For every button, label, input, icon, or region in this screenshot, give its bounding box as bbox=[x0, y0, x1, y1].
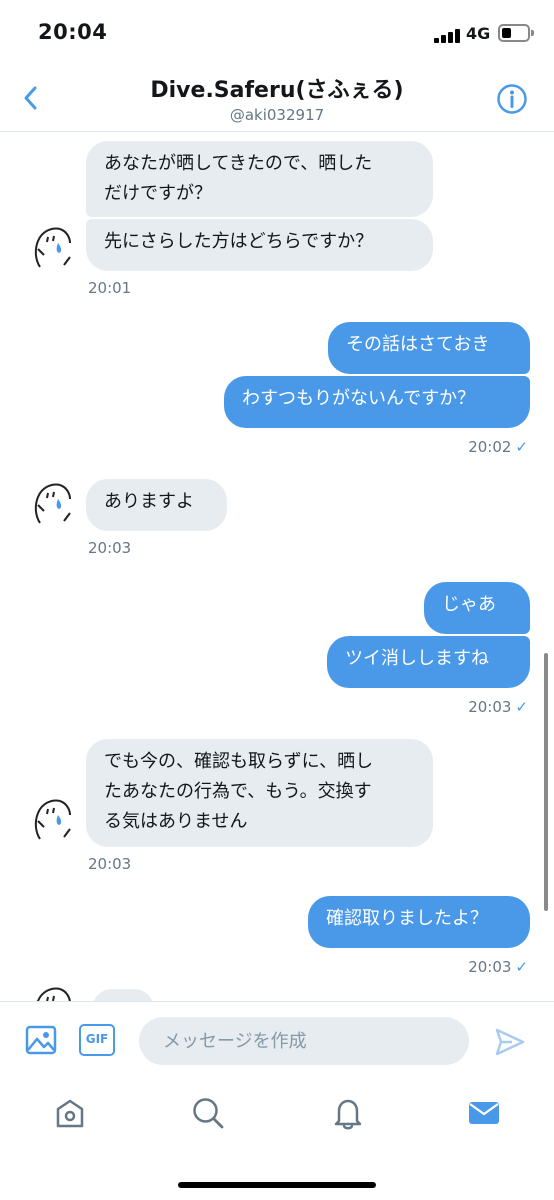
message-input[interactable] bbox=[139, 1017, 469, 1065]
incoming-message-bubble[interactable]: ありますよ bbox=[86, 479, 227, 531]
outgoing-message-bubble[interactable]: 確認取りましたよ？ bbox=[308, 896, 530, 948]
timestamp-text: 20:01 bbox=[88, 279, 132, 297]
signal-icon bbox=[434, 27, 464, 43]
incoming-message-bubble[interactable] bbox=[92, 989, 154, 1001]
info-icon[interactable] bbox=[496, 83, 528, 115]
message-text-line: る気はありません bbox=[104, 811, 248, 832]
message-text-line: でも今の、確認も取らずに、晒し bbox=[104, 751, 374, 772]
message-timestamp: 20:02 ✓ bbox=[468, 438, 528, 456]
timestamp-text: 20:03 bbox=[88, 539, 132, 557]
timestamp-text: 20:02 bbox=[468, 438, 512, 456]
read-check-icon: ✓ bbox=[515, 958, 528, 976]
conversation-title: Dive.Saferu(さふぇる) bbox=[150, 78, 404, 103]
timestamp-text: 20:03 bbox=[468, 958, 512, 976]
avatar[interactable] bbox=[30, 793, 74, 843]
status-bar: 20:04 4G bbox=[0, 0, 554, 66]
outgoing-message-bubble[interactable]: ツイ消ししますね bbox=[327, 636, 530, 688]
outgoing-message-bubble[interactable]: じゃあ bbox=[424, 582, 530, 634]
status-time: 20:04 bbox=[38, 20, 108, 44]
message-text-line: だけですが？ bbox=[104, 183, 212, 204]
message-text-line: ツイ消ししますね bbox=[345, 648, 489, 669]
message-text-line: その話はさておき bbox=[346, 334, 490, 355]
outgoing-message-bubble[interactable]: わすつもりがないんですか？ bbox=[224, 376, 530, 428]
chevron-left-icon[interactable] bbox=[18, 80, 44, 116]
message-text-line: じゃあ bbox=[442, 594, 496, 615]
message-timestamp: 20:03 ✓ bbox=[468, 698, 528, 716]
incoming-message-bubble[interactable]: あなたが晒してきたので、晒した だけですが？ bbox=[86, 141, 433, 217]
network-label: 4G bbox=[466, 24, 491, 43]
notifications-icon[interactable] bbox=[330, 1095, 366, 1131]
message-text-line: あなたが晒してきたので、晒した bbox=[104, 153, 373, 174]
outgoing-message-bubble[interactable]: その話はさておき bbox=[328, 322, 530, 374]
message-timestamp: 20:03 bbox=[88, 539, 131, 557]
message-text-line: たあなたの行為で、もう。交換す bbox=[104, 781, 372, 802]
conversation-title-block[interactable]: Dive.Saferu(さふぇる) @aki032917 bbox=[100, 72, 454, 124]
search-icon[interactable] bbox=[190, 1095, 226, 1131]
battery-icon bbox=[498, 24, 534, 42]
send-icon[interactable] bbox=[494, 1026, 526, 1058]
read-check-icon: ✓ bbox=[515, 698, 528, 716]
message-list[interactable]: あなたが晒してきたので、晒した だけですが？ 先にさらした方はどちらですか？ 20:0… bbox=[0, 133, 554, 1001]
home-icon[interactable] bbox=[52, 1095, 88, 1131]
composer: GIF bbox=[0, 1001, 554, 1081]
incoming-message-bubble[interactable]: でも今の、確認も取らずに、晒し たあなたの行為で、もう。交換す る気はありません bbox=[86, 739, 433, 847]
message-text-line: わすつもりがないんですか？ bbox=[242, 388, 476, 409]
scrollbar[interactable] bbox=[544, 653, 548, 911]
avatar[interactable] bbox=[30, 477, 74, 527]
avatar[interactable] bbox=[30, 221, 74, 271]
conversation-header: Dive.Saferu(さふぇる) @aki032917 bbox=[0, 66, 554, 132]
message-timestamp: 20:01 bbox=[88, 279, 131, 297]
home-indicator bbox=[178, 1182, 376, 1188]
message-text-line: 確認取りましたよ？ bbox=[326, 908, 488, 929]
incoming-message-bubble[interactable]: 先にさらした方はどちらですか？ bbox=[86, 219, 433, 271]
conversation-handle: @aki032917 bbox=[229, 106, 325, 124]
read-check-icon: ✓ bbox=[515, 438, 528, 456]
gif-icon[interactable]: GIF bbox=[79, 1024, 115, 1056]
timestamp-text: 20:03 bbox=[468, 698, 512, 716]
avatar[interactable] bbox=[30, 981, 74, 1001]
timestamp-text: 20:03 bbox=[88, 855, 132, 873]
message-timestamp: 20:03 ✓ bbox=[468, 958, 528, 976]
messages-icon[interactable] bbox=[466, 1095, 502, 1131]
message-timestamp: 20:03 bbox=[88, 855, 131, 873]
photo-icon[interactable] bbox=[25, 1024, 57, 1056]
message-text-line: ありますよ bbox=[104, 491, 194, 512]
message-text-line: 先にさらした方はどちらですか？ bbox=[104, 231, 374, 252]
